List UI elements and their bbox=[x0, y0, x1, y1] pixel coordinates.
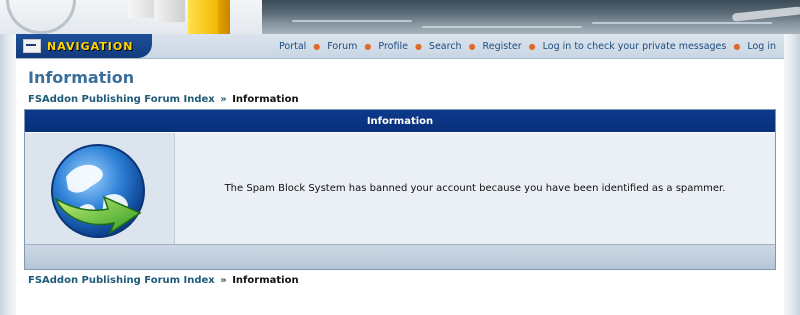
banner-river bbox=[422, 26, 582, 28]
nav-links: Portal ● Forum ● Profile ● Search ● Regi… bbox=[279, 34, 776, 58]
nav-separator: ● bbox=[313, 41, 321, 51]
breadcrumb-forum-index-link[interactable]: FSAddon Publishing Forum Index bbox=[28, 275, 215, 286]
nav-link-search[interactable]: Search bbox=[429, 41, 462, 52]
navigation-bar: NAVIGATION Portal ● Forum ● Profile ● Se… bbox=[16, 34, 784, 59]
banner-airplane bbox=[731, 6, 800, 22]
banner-photo bbox=[262, 0, 800, 34]
navigation-badge-label: NAVIGATION bbox=[47, 39, 134, 53]
site-logo[interactable] bbox=[0, 0, 262, 34]
information-panel: Information The Spam Block System has ba… bbox=[24, 109, 776, 270]
breadcrumb-forum-index-link[interactable]: FSAddon Publishing Forum Index bbox=[28, 94, 215, 105]
logo-block bbox=[128, 0, 154, 18]
panel-message-cell: The Spam Block System has banned your ac… bbox=[175, 133, 775, 244]
nav-separator: ● bbox=[468, 41, 476, 51]
globe-arrow-icon bbox=[50, 143, 145, 238]
panel-icon-cell bbox=[25, 133, 175, 244]
nav-link-portal[interactable]: Portal bbox=[279, 41, 306, 52]
nav-separator: ● bbox=[733, 41, 741, 51]
nav-link-profile[interactable]: Profile bbox=[378, 41, 408, 52]
breadcrumb-separator: » bbox=[220, 275, 227, 286]
nav-link-login[interactable]: Log in bbox=[747, 41, 776, 52]
panel-footer bbox=[25, 244, 775, 269]
breadcrumb-current: Information bbox=[232, 94, 299, 105]
navigation-icon bbox=[23, 39, 41, 53]
nav-separator: ● bbox=[414, 41, 422, 51]
logo-swoosh bbox=[6, 0, 76, 34]
page-title: Information bbox=[28, 68, 135, 87]
site-banner bbox=[0, 0, 800, 34]
left-frame bbox=[0, 0, 16, 315]
right-frame bbox=[784, 0, 800, 315]
banner-river bbox=[292, 20, 412, 22]
nav-separator: ● bbox=[364, 41, 372, 51]
panel-body: The Spam Block System has banned your ac… bbox=[25, 132, 775, 244]
panel-message: The Spam Block System has banned your ac… bbox=[224, 183, 726, 194]
banner-river bbox=[592, 22, 772, 24]
navigation-badge: NAVIGATION bbox=[16, 34, 152, 58]
nav-link-forum[interactable]: Forum bbox=[327, 41, 357, 52]
nav-link-register[interactable]: Register bbox=[483, 41, 522, 52]
logo-block bbox=[188, 0, 218, 34]
nav-link-private-messages[interactable]: Log in to check your private messages bbox=[543, 41, 727, 52]
panel-header: Information bbox=[25, 110, 775, 132]
nav-separator: ● bbox=[528, 41, 536, 51]
breadcrumb: FSAddon Publishing Forum Index » Informa… bbox=[28, 94, 299, 105]
breadcrumb-current: Information bbox=[232, 275, 299, 286]
logo-block bbox=[155, 0, 185, 22]
breadcrumb-bottom: FSAddon Publishing Forum Index » Informa… bbox=[28, 275, 299, 286]
breadcrumb-separator: » bbox=[220, 94, 227, 105]
logo-block bbox=[218, 0, 230, 34]
